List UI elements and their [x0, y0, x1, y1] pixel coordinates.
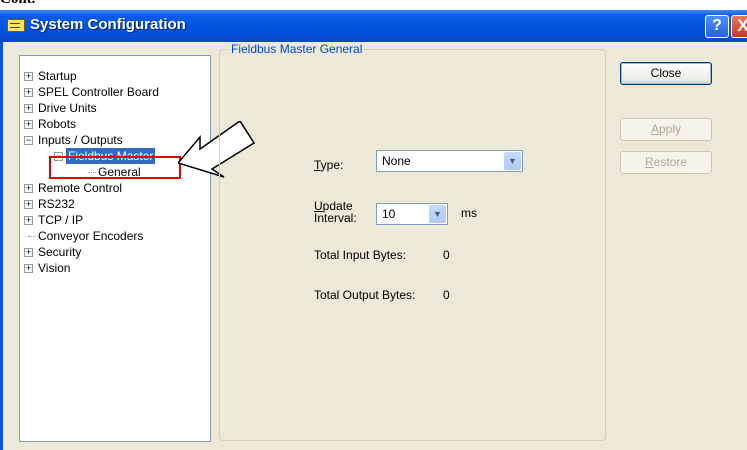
apply-button[interactable]: Apply [620, 118, 712, 141]
update-interval-label: Update Interval: [314, 199, 357, 225]
close-button[interactable]: Close [620, 62, 712, 85]
total-input-bytes-value: 0 [443, 248, 450, 262]
expand-icon[interactable]: + [24, 120, 33, 129]
expand-icon[interactable]: + [24, 72, 33, 81]
type-select-value: None [382, 154, 411, 168]
tree-connector [28, 236, 36, 237]
help-button[interactable]: ? [705, 15, 729, 38]
tree-item-label: Robots [38, 117, 77, 131]
chevron-down-icon[interactable]: ▼ [429, 205, 446, 223]
expand-icon[interactable]: + [24, 264, 33, 273]
window-title: System Configuration [30, 16, 186, 33]
expand-icon[interactable]: + [24, 184, 33, 193]
type-select[interactable]: None ▼ [376, 150, 523, 172]
tree-item-label: Remote Control [38, 181, 123, 195]
expand-icon[interactable]: + [24, 88, 33, 97]
close-window-button[interactable]: X [731, 15, 747, 38]
collapse-icon[interactable]: − [24, 136, 33, 145]
title-bar[interactable]: System Configuration ? X [0, 10, 747, 42]
window-icon [7, 19, 25, 32]
type-label: Type: [314, 158, 344, 172]
system-configuration-window: System Configuration ? X + Startup + SPE… [0, 10, 747, 450]
tree-item-label: Security [38, 245, 82, 259]
expand-icon[interactable]: + [24, 200, 33, 209]
tree-item-label: RS232 [38, 197, 75, 211]
expand-icon[interactable]: + [24, 216, 33, 225]
fieldbus-master-general-group [219, 49, 606, 441]
tree-item-label: Conveyor Encoders [38, 229, 144, 243]
tree-item-label: Startup [38, 69, 77, 83]
group-title: Fieldbus Master General [229, 42, 365, 56]
cut-off-heading: Cont. [0, 0, 35, 8]
update-interval-select[interactable]: 10 ▼ [376, 203, 448, 225]
total-output-bytes-value: 0 [443, 288, 450, 302]
total-input-bytes-label: Total Input Bytes: [314, 248, 407, 262]
configuration-tree[interactable]: + Startup + SPEL Controller Board + Driv… [19, 55, 211, 442]
dialog-client-area: + Startup + SPEL Controller Board + Driv… [3, 42, 747, 450]
tree-item-label: TCP / IP [38, 213, 84, 227]
highlight-box [49, 156, 181, 179]
total-output-bytes-label: Total Output Bytes: [314, 288, 416, 302]
tree-item-label: Drive Units [38, 101, 97, 115]
chevron-down-icon[interactable]: ▼ [504, 152, 521, 170]
restore-button[interactable]: Restore [620, 151, 712, 174]
tree-item-label: Vision [38, 261, 71, 275]
tree-item-label: Inputs / Outputs [38, 133, 123, 147]
update-interval-value: 10 [382, 207, 396, 221]
tree-item-label: SPEL Controller Board [38, 85, 159, 99]
expand-icon[interactable]: + [24, 104, 33, 113]
expand-icon[interactable]: + [24, 248, 33, 257]
interval-unit: ms [461, 206, 477, 220]
